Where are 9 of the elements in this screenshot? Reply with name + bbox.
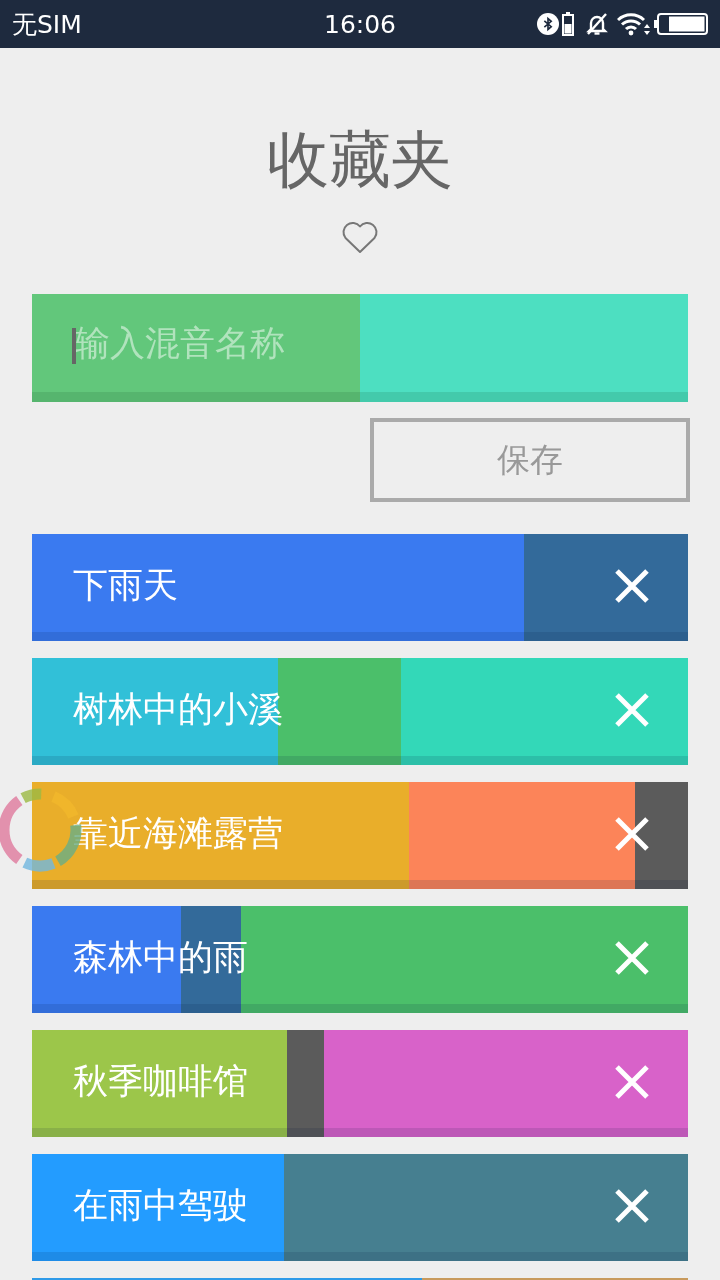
mix-name: 秋季咖啡馆 <box>73 1060 248 1103</box>
page-title: 收藏夹 <box>267 123 453 197</box>
mix-name: 下雨天 <box>73 564 178 607</box>
mix-name: 树林中的小溪 <box>73 688 283 731</box>
carrier-text: 无SIM <box>12 8 82 41</box>
clock-time: 16:06 <box>324 9 396 39</box>
mix-name: 靠近海滩露营 <box>73 812 283 855</box>
mix-name: 在雨中驾驶 <box>73 1184 248 1227</box>
mix-name: 森林中的雨 <box>73 936 248 979</box>
